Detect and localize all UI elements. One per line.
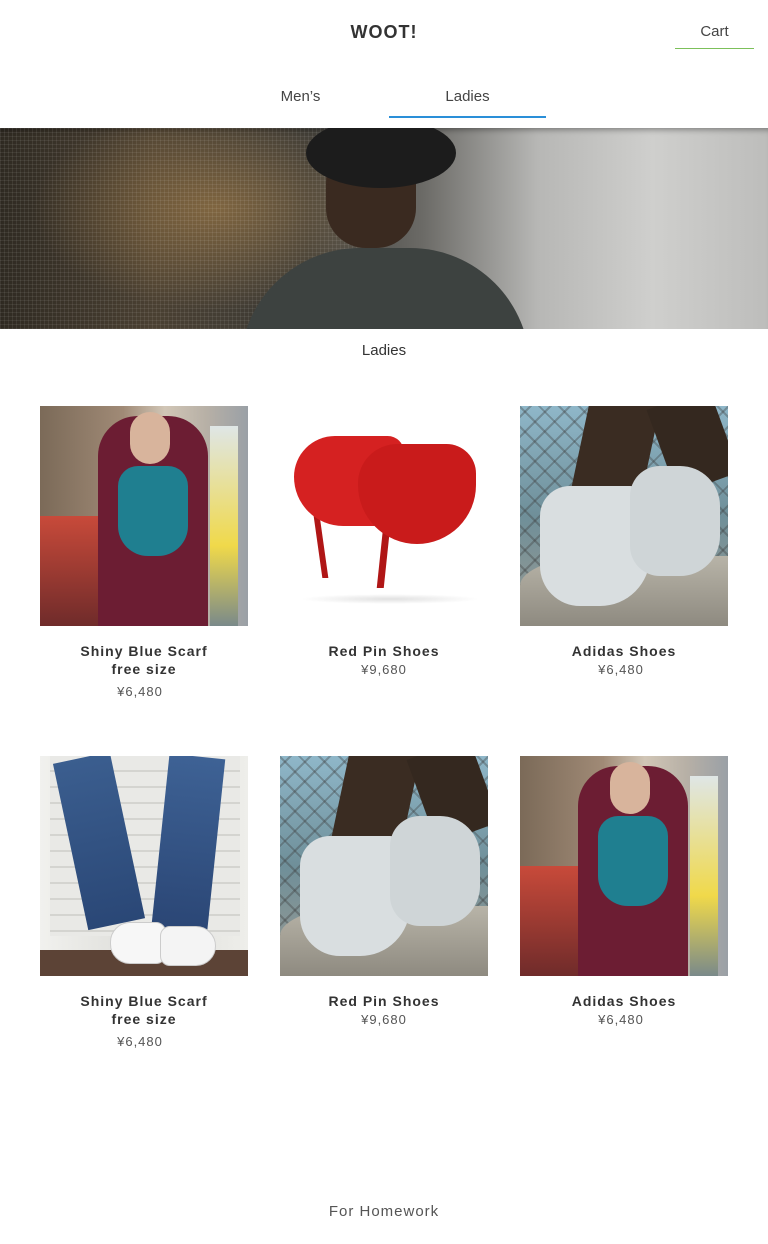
product-image[interactable] — [40, 756, 248, 976]
product-card[interactable]: Red Pin Shoes ¥9,680 — [280, 406, 488, 677]
product-image[interactable] — [280, 756, 488, 976]
tab-mens[interactable]: Men’s — [222, 86, 379, 118]
page: WOOT! Cart Men’s Ladies Ladies Shiny Blu… — [0, 0, 768, 1244]
product-image[interactable] — [520, 756, 728, 976]
product-image[interactable] — [520, 406, 728, 626]
product-price: ¥6,480 — [598, 1012, 644, 1027]
product-card[interactable]: Adidas Shoes ¥6,480 — [520, 406, 728, 677]
product-name-line1: Shiny Blue Scarf — [80, 643, 208, 659]
product-card[interactable]: Red Pin Shoes ¥9,680 — [280, 756, 488, 1027]
product-card[interactable]: Adidas Shoes ¥6,480 — [520, 756, 728, 1027]
category-tabs: Men’s Ladies — [0, 64, 768, 128]
brand-logo[interactable]: WOOT! — [0, 22, 768, 43]
product-price: ¥6,480 — [117, 1034, 163, 1049]
product-name[interactable]: Adidas Shoes — [520, 992, 728, 1010]
header: WOOT! Cart — [0, 0, 768, 64]
product-price: ¥6,480 — [598, 662, 644, 677]
product-card[interactable]: Shiny Blue Scarf free size ¥6,480 — [40, 406, 248, 699]
product-name[interactable]: Red Pin Shoes — [280, 992, 488, 1010]
product-image[interactable] — [40, 406, 248, 626]
footer-text: For Homework — [328, 1203, 440, 1220]
tab-ladies[interactable]: Ladies — [389, 86, 546, 118]
product-name[interactable]: Shiny Blue Scarf free size — [40, 992, 248, 1028]
hero-banner — [0, 128, 768, 329]
product-card[interactable]: Shiny Blue Scarf free size ¥6,480 — [40, 756, 248, 1049]
product-name-line2: free size — [111, 661, 177, 677]
product-image[interactable] — [280, 406, 488, 626]
product-name-line2: free size — [111, 1011, 177, 1027]
product-name[interactable]: Red Pin Shoes — [280, 642, 488, 660]
product-price: ¥6,480 — [117, 684, 163, 699]
product-name[interactable]: Adidas Shoes — [520, 642, 728, 660]
product-name-line1: Shiny Blue Scarf — [80, 993, 208, 1009]
cart-link[interactable]: Cart — [675, 18, 754, 49]
section-title: Ladies — [361, 342, 407, 359]
product-price: ¥9,680 — [361, 662, 407, 677]
product-price: ¥9,680 — [361, 1012, 407, 1027]
product-name[interactable]: Shiny Blue Scarf free size — [40, 642, 248, 678]
